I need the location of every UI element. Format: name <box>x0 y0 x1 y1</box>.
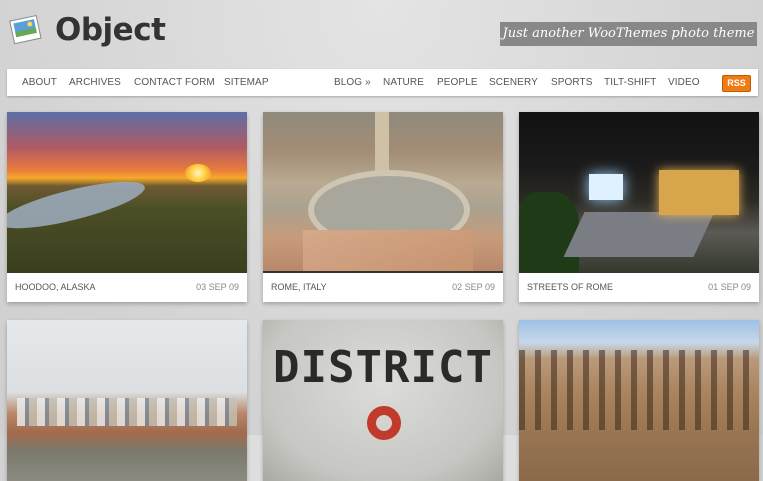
post-title[interactable]: STREETS OF ROME <box>527 273 613 302</box>
nav-video[interactable]: VIDEO <box>668 69 700 96</box>
nav-tilt-shift[interactable]: TILT-SHIFT <box>604 69 656 96</box>
post-thumbnail-district[interactable]: DISTRICT <box>263 320 503 481</box>
post-card[interactable] <box>7 320 247 481</box>
nav-scenery[interactable]: SCENERY <box>489 69 538 96</box>
post-title[interactable]: ROME, ITALY <box>271 273 327 302</box>
screen-shape <box>589 174 623 200</box>
arches-shape <box>519 350 759 430</box>
site-tagline: Just another WooThemes photo theme <box>500 22 757 46</box>
nav-contact-form[interactable]: CONTACT FORM <box>134 69 215 96</box>
nav-about[interactable]: ABOUT <box>22 69 57 96</box>
post-caption: HOODOO, ALASKA 03 SEP 09 <box>7 273 247 302</box>
sun-shape <box>185 164 211 182</box>
post-card[interactable]: ROME, ITALY 02 SEP 09 <box>263 112 503 302</box>
post-caption: STREETS OF ROME 01 SEP 09 <box>519 273 759 302</box>
tree-shape <box>519 192 579 273</box>
building-shape <box>659 170 739 215</box>
post-card[interactable]: DISTRICT <box>263 320 503 481</box>
nav-blog[interactable]: BLOG » <box>334 69 371 96</box>
post-thumbnail-night-square[interactable] <box>519 112 759 273</box>
roof-shape <box>303 230 473 271</box>
nav-people[interactable]: PEOPLE <box>437 69 478 96</box>
post-thumbnail-harbor[interactable] <box>7 320 247 481</box>
post-caption: ROME, ITALY 02 SEP 09 <box>263 273 503 302</box>
post-date: 02 SEP 09 <box>452 282 495 292</box>
rss-button[interactable]: RSS <box>722 75 751 92</box>
nav-nature[interactable]: NATURE <box>383 69 424 96</box>
post-thumbnail-colosseum[interactable] <box>519 320 759 481</box>
post-card[interactable]: HOODOO, ALASKA 03 SEP 09 <box>7 112 247 302</box>
post-date: 03 SEP 09 <box>196 282 239 292</box>
nav-archives[interactable]: ARCHIVES <box>69 69 121 96</box>
post-thumbnail-vatican[interactable] <box>263 112 503 273</box>
post-card[interactable] <box>519 320 759 481</box>
post-date: 01 SEP 09 <box>708 282 751 292</box>
district-sign-text: DISTRICT <box>273 342 493 393</box>
river-shape <box>7 172 149 238</box>
boats-shape <box>17 398 237 426</box>
photo-icon <box>8 12 44 48</box>
nav-sports[interactable]: SPORTS <box>551 69 593 96</box>
main-navigation: ABOUT ARCHIVES CONTACT FORM SITEMAP BLOG… <box>7 69 758 96</box>
post-thumbnail-sunset[interactable] <box>7 112 247 273</box>
post-card[interactable]: STREETS OF ROME 01 SEP 09 <box>519 112 759 302</box>
site-logo[interactable]: Object <box>8 12 166 48</box>
nav-sitemap[interactable]: SITEMAP <box>224 69 269 96</box>
square-shape <box>563 212 715 257</box>
site-title: Object <box>55 12 166 48</box>
post-title[interactable]: HOODOO, ALASKA <box>15 273 96 302</box>
